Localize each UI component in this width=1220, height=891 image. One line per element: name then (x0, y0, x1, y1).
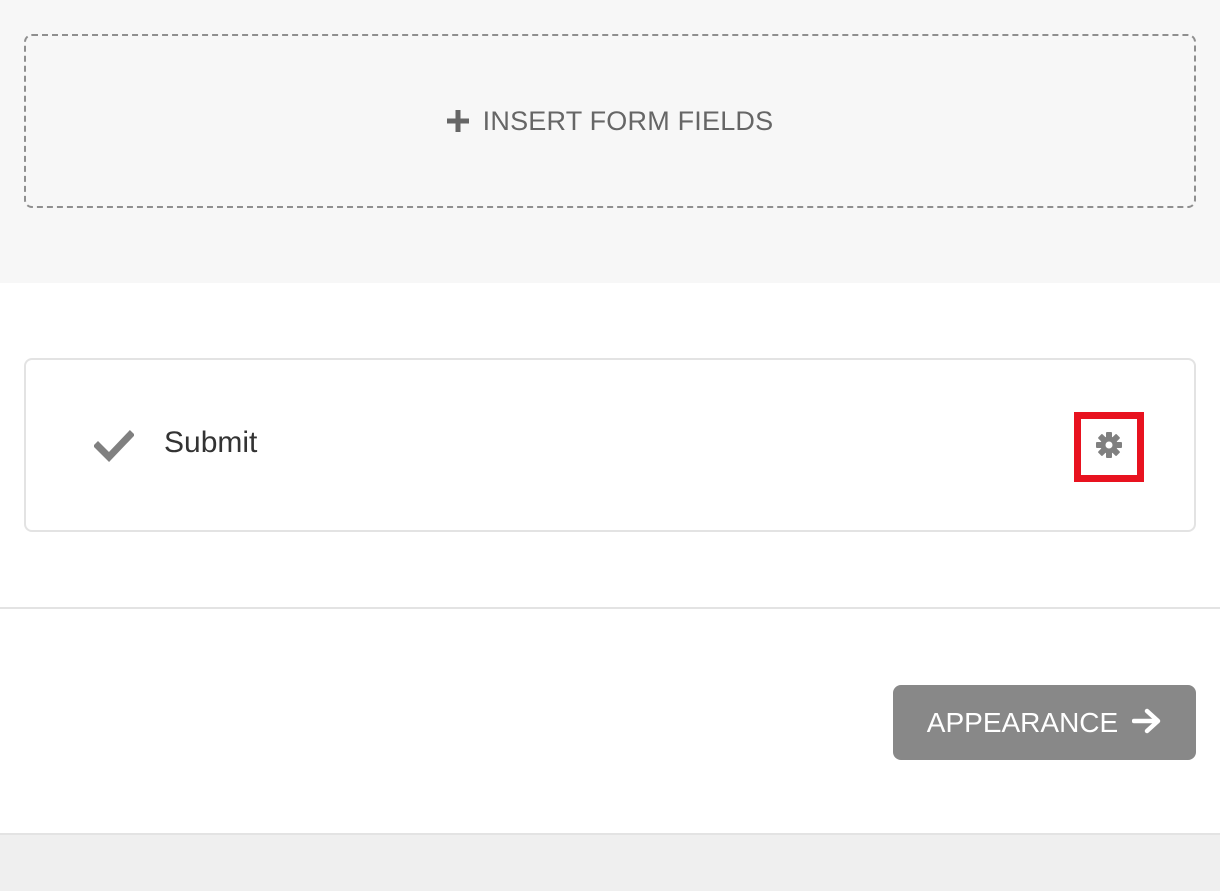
submit-field-card[interactable]: Submit (24, 358, 1196, 532)
gear-icon (1095, 431, 1123, 464)
insert-form-fields-label: INSERT FORM FIELDS (482, 105, 774, 136)
insert-form-fields-button[interactable]: INSERT FORM FIELDS (24, 34, 1196, 208)
section-divider (0, 607, 1220, 609)
insert-form-fields-inner: INSERT FORM FIELDS (446, 105, 774, 137)
submit-field-label: Submit (164, 426, 258, 459)
form-fields-section: INSERT FORM FIELDS (0, 0, 1220, 283)
arrow-right-icon (1131, 708, 1162, 737)
appearance-button-label: APPEARANCE (926, 706, 1119, 738)
plus-icon (446, 110, 469, 132)
check-icon (93, 430, 135, 467)
appearance-button[interactable]: APPEARANCE (893, 685, 1196, 760)
submit-settings-button[interactable] (1074, 412, 1144, 482)
footer-bar (0, 833, 1220, 891)
